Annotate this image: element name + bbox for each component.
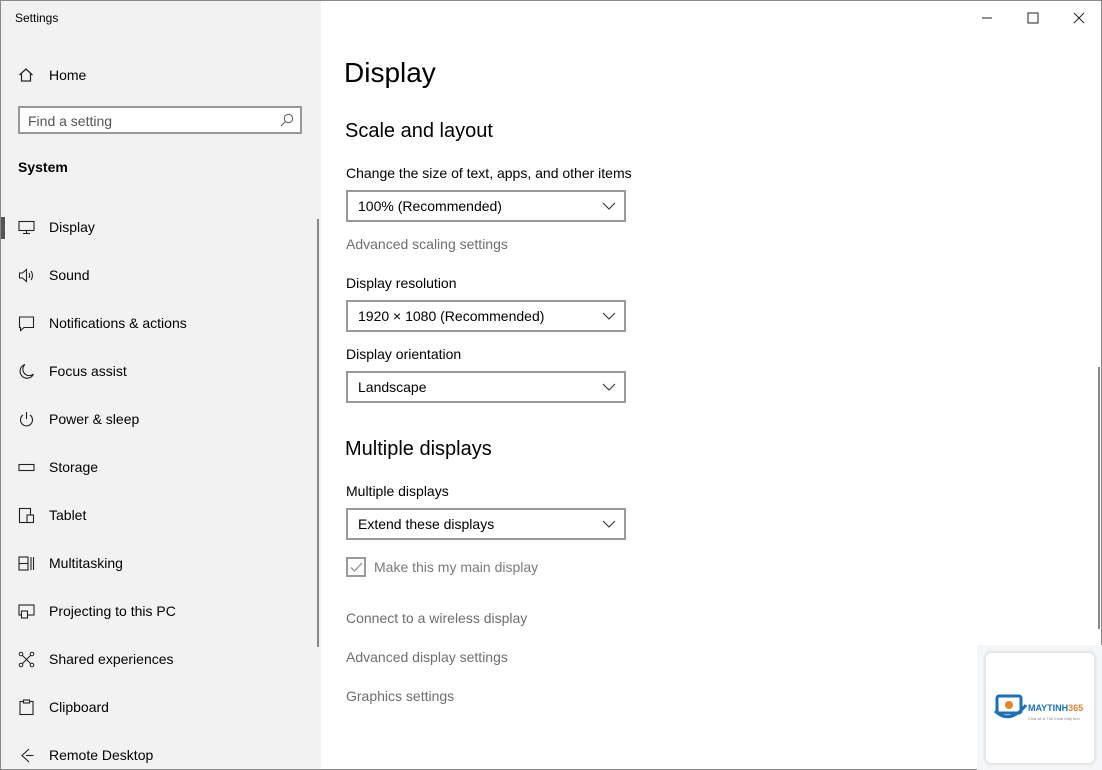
- sidebar-item-label: Notifications & actions: [49, 315, 187, 331]
- page-title: Display: [344, 57, 436, 88]
- main-scrollbar[interactable]: [1098, 367, 1100, 629]
- text-size-dropdown[interactable]: 100% (Recommended): [346, 190, 626, 222]
- sidebar-item-display[interactable]: Display: [1, 203, 317, 251]
- clipboard-icon: [18, 699, 35, 716]
- sidebar-item-label: Clipboard: [49, 699, 109, 715]
- sidebar-item-multitasking[interactable]: Multitasking: [1, 539, 317, 587]
- sidebar-item-label: Power & sleep: [49, 411, 140, 427]
- sidebar-item-tablet[interactable]: Tablet: [1, 491, 317, 539]
- minimize-icon: [982, 17, 992, 19]
- watermark-brand-suffix: 365: [1068, 703, 1084, 713]
- resolution-dropdown[interactable]: 1920 × 1080 (Recommended): [346, 300, 626, 332]
- watermark-tagline: Chia sẻ & Thủ thuật Máy tính: [1028, 716, 1080, 721]
- multiple-displays-dropdown[interactable]: Extend these displays: [346, 508, 626, 540]
- chevron-down-icon: [602, 383, 616, 391]
- close-icon: [1073, 12, 1085, 24]
- sidebar-item-label: Storage: [49, 459, 99, 475]
- advanced-scaling-link[interactable]: Advanced scaling settings: [346, 236, 508, 252]
- speaker-icon: [18, 267, 35, 284]
- main-display-checkbox-label: Make this my main display: [374, 559, 539, 575]
- home-nav-item[interactable]: Home: [1, 59, 321, 91]
- search-icon[interactable]: [280, 113, 294, 127]
- power-icon: [18, 411, 35, 428]
- sidebar-item-label: Multitasking: [49, 555, 123, 571]
- close-button[interactable]: [1056, 3, 1101, 33]
- shared-icon: [18, 651, 35, 668]
- search-box[interactable]: [18, 106, 302, 134]
- checkmark-icon: [350, 562, 363, 573]
- sidebar-item-label: Focus assist: [49, 363, 127, 379]
- monitor-icon: [18, 219, 35, 236]
- advanced-display-settings-link[interactable]: Advanced display settings: [346, 649, 508, 665]
- tablet-icon: [18, 507, 35, 524]
- maytinh365-logo-icon: [993, 694, 1028, 719]
- settings-window: Settings Home System Display: [0, 0, 1102, 770]
- sidebar-item-clipboard[interactable]: Clipboard: [1, 683, 317, 731]
- sidebar-scrollbar[interactable]: [317, 219, 319, 647]
- sidebar-item-label: Projecting to this PC: [49, 603, 176, 619]
- sidebar-item-power-sleep[interactable]: Power & sleep: [1, 395, 317, 443]
- moon-icon: [18, 363, 35, 380]
- orientation-value: Landscape: [358, 379, 427, 395]
- storage-icon: [18, 459, 35, 476]
- system-section-title: System: [18, 159, 68, 175]
- multiple-displays-value: Extend these displays: [358, 516, 495, 532]
- sidebar-item-projecting[interactable]: Projecting to this PC: [1, 587, 317, 635]
- watermark-brand: MAYTINH365: [1028, 703, 1083, 713]
- sidebar-item-notifications[interactable]: Notifications & actions: [1, 299, 317, 347]
- sidebar-item-label: Display: [49, 219, 95, 235]
- multiple-displays-heading: Multiple displays: [345, 438, 492, 460]
- chevron-down-icon: [602, 520, 616, 528]
- watermark-brand-prefix: MAYTINH: [1028, 703, 1069, 713]
- search-input[interactable]: [28, 112, 268, 130]
- sidebar-item-storage[interactable]: Storage: [1, 443, 317, 491]
- sidebar-item-focus-assist[interactable]: Focus assist: [1, 347, 317, 395]
- sidebar-item-sound[interactable]: Sound: [1, 251, 317, 299]
- text-size-label: Change the size of text, apps, and other…: [346, 165, 632, 181]
- orientation-label: Display orientation: [346, 346, 462, 362]
- sidebar-item-label: Shared experiences: [49, 651, 174, 667]
- remote-desktop-icon: [18, 747, 35, 764]
- sidebar-item-label: Tablet: [49, 507, 87, 523]
- sidebar-item-remote-desktop[interactable]: Remote Desktop: [1, 731, 317, 769]
- chevron-down-icon: [602, 202, 616, 210]
- resolution-value: 1920 × 1080 (Recommended): [358, 308, 545, 324]
- text-size-value: 100% (Recommended): [358, 198, 502, 214]
- watermark-logo: MAYTINH365 Chia sẻ & Thủ thuật Máy tính: [985, 652, 1095, 764]
- resolution-label: Display resolution: [346, 275, 457, 291]
- sidebar: Settings Home System Display: [1, 1, 321, 769]
- home-label: Home: [49, 67, 87, 83]
- sidebar-item-label: Sound: [49, 267, 90, 283]
- maximize-icon: [1027, 12, 1039, 24]
- projecting-icon: [18, 603, 35, 620]
- multiple-displays-label: Multiple displays: [346, 483, 449, 499]
- sidebar-item-label: Remote Desktop: [49, 747, 154, 763]
- chevron-down-icon: [602, 312, 616, 320]
- wireless-display-link[interactable]: Connect to a wireless display: [346, 610, 527, 626]
- orientation-dropdown[interactable]: Landscape: [346, 371, 626, 403]
- app-title: Settings: [15, 11, 59, 25]
- sidebar-item-shared-experiences[interactable]: Shared experiences: [1, 635, 317, 683]
- multitasking-icon: [18, 555, 35, 572]
- home-icon: [18, 67, 34, 83]
- system-nav-list: Display Sound Notifications & actions Fo…: [1, 203, 317, 769]
- main-display-checkbox[interactable]: [346, 557, 366, 577]
- maximize-button[interactable]: [1010, 3, 1056, 33]
- scale-layout-heading: Scale and layout: [345, 120, 493, 142]
- graphics-settings-link[interactable]: Graphics settings: [346, 688, 454, 704]
- minimize-button[interactable]: [964, 3, 1010, 33]
- notification-icon: [18, 315, 35, 332]
